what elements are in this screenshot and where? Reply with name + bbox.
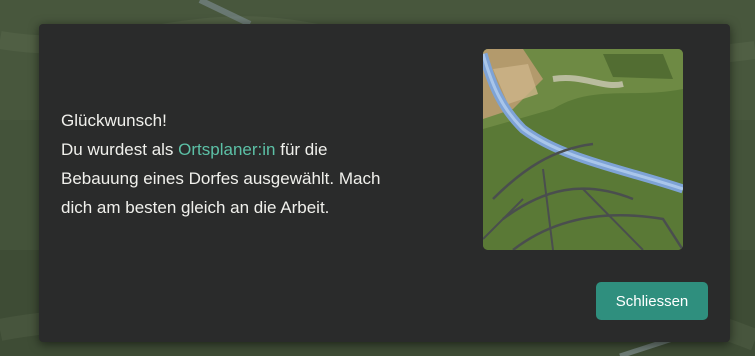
welcome-dialog: Glückwunsch! Du wurdest als Ortsplaner:i…: [39, 24, 730, 342]
village-preview-image: [483, 49, 683, 250]
dialog-message-line-3: dich am besten gleich an die Arbeit.: [61, 198, 330, 217]
close-button[interactable]: Schliessen: [596, 282, 708, 320]
message-text-prefix: Du wurdest als: [61, 140, 179, 159]
dialog-message: Glückwunsch! Du wurdest als Ortsplaner:i…: [61, 106, 461, 222]
dialog-message-line-2: Bebauung eines Dorfes ausgewählt. Mach: [61, 169, 381, 188]
dialog-message-line-1: Du wurdest als Ortsplaner:in für die: [61, 135, 461, 164]
message-text-suffix: für die: [275, 140, 328, 159]
role-highlight: Ortsplaner:in: [178, 140, 276, 159]
dialog-heading: Glückwunsch!: [61, 111, 167, 130]
